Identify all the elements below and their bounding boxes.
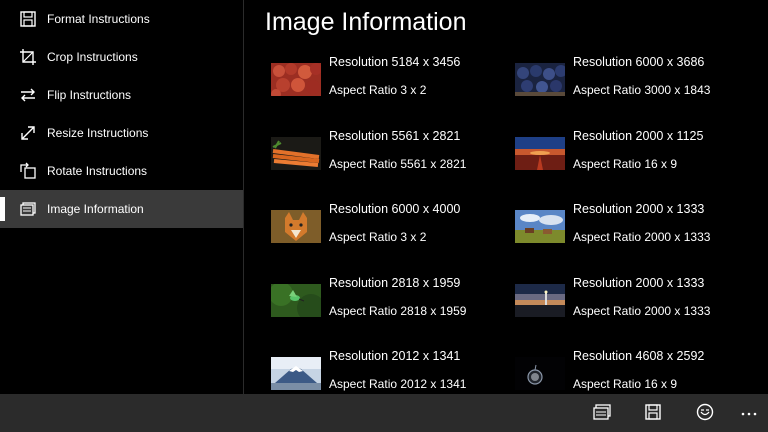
aspect-ratio-text: Aspect Ratio 3 x 2 [329,83,427,97]
aspect-ratio-text: Aspect Ratio 2000 x 1333 [573,304,711,318]
resolution-text: Resolution 6000 x 3686 [573,55,705,69]
resolution-text: Resolution 2012 x 1341 [329,349,461,363]
image-card[interactable]: Resolution 6000 x 4000 Aspect Ratio 3 x … [271,202,511,262]
more-options-button[interactable] [740,403,762,423]
resolution-text: Resolution 2000 x 1333 [573,202,705,216]
image-info-icon [593,404,611,420]
sidebar-item-label: Flip Instructions [47,88,132,102]
sidebar-item-label: Resize Instructions [47,126,149,140]
sidebar: Format Instructions Crop Instructions Fl… [0,0,244,394]
resolution-text: Resolution 4608 x 2592 [573,349,705,363]
aspect-ratio-text: Aspect Ratio 5561 x 2821 [329,157,467,171]
image-card[interactable]: Resolution 2000 x 1333 Aspect Ratio 2000… [515,202,755,262]
aspect-ratio-text: Aspect Ratio 16 x 9 [573,377,678,391]
aspect-ratio-text: Aspect Ratio 16 x 9 [573,157,678,171]
sidebar-item-flip-instructions[interactable]: Flip Instructions [0,76,243,114]
sidebar-item-label: Format Instructions [47,12,150,26]
image-thumbnail [515,284,565,317]
rotate-icon [20,162,36,179]
image-info-button[interactable] [592,403,614,423]
floppy-disk-icon [20,11,36,27]
crop-icon [20,49,36,65]
image-thumbnail [271,210,321,243]
image-thumbnail [515,210,565,243]
aspect-ratio-text: Aspect Ratio 2012 x 1341 [329,377,467,391]
image-info-icon [20,202,36,216]
image-thumbnail [515,357,565,390]
sidebar-item-resize-instructions[interactable]: Resize Instructions [0,114,243,152]
aspect-ratio-text: Aspect Ratio 2818 x 1959 [329,304,467,318]
image-thumbnail [515,137,565,170]
app-bar [0,394,768,432]
image-card[interactable]: Resolution 2012 x 1341 Aspect Ratio 2012… [271,349,511,394]
emoji-icon [696,403,714,421]
sidebar-item-rotate-instructions[interactable]: Rotate Instructions [0,152,243,190]
resize-arrows-icon [21,126,35,140]
sidebar-item-label: Crop Instructions [47,50,138,64]
sidebar-item-label: Image Information [47,202,144,216]
feedback-button[interactable] [696,403,718,423]
image-thumbnail [515,63,565,96]
resolution-text: Resolution 6000 x 4000 [329,202,461,216]
image-card[interactable]: Resolution 2000 x 1125 Aspect Ratio 16 x… [515,129,755,189]
resolution-text: Resolution 2000 x 1333 [573,276,705,290]
image-card[interactable]: Resolution 2818 x 1959 Aspect Ratio 2818… [271,276,511,336]
image-thumbnail [271,137,321,170]
image-card[interactable]: Resolution 4608 x 2592 Aspect Ratio 16 x… [515,349,755,394]
sidebar-item-format-instructions[interactable]: Format Instructions [0,0,243,38]
sidebar-item-label: Rotate Instructions [47,164,148,178]
image-card[interactable]: Resolution 2000 x 1333 Aspect Ratio 2000… [515,276,755,336]
sidebar-item-crop-instructions[interactable]: Crop Instructions [0,38,243,76]
aspect-ratio-text: Aspect Ratio 2000 x 1333 [573,230,711,244]
image-thumbnail [271,357,321,390]
aspect-ratio-text: Aspect Ratio 3 x 2 [329,230,427,244]
more-icon [741,412,757,416]
save-button[interactable] [644,403,666,423]
aspect-ratio-text: Aspect Ratio 3000 x 1843 [573,83,711,97]
resolution-text: Resolution 5561 x 2821 [329,129,461,143]
resolution-text: Resolution 5184 x 3456 [329,55,461,69]
image-card[interactable]: Resolution 6000 x 3686 Aspect Ratio 3000… [515,55,755,115]
image-thumbnail [271,284,321,317]
resolution-text: Resolution 2000 x 1125 [573,129,704,143]
image-thumbnail [271,63,321,96]
flip-arrows-icon [21,88,35,102]
resolution-text: Resolution 2818 x 1959 [329,276,461,290]
image-card[interactable]: Resolution 5561 x 2821 Aspect Ratio 5561… [271,129,511,189]
save-icon [645,404,661,420]
image-card[interactable]: Resolution 5184 x 3456 Aspect Ratio 3 x … [271,55,511,115]
image-grid: Resolution 5184 x 3456 Aspect Ratio 3 x … [244,0,768,394]
sidebar-item-image-information[interactable]: Image Information [0,190,243,228]
